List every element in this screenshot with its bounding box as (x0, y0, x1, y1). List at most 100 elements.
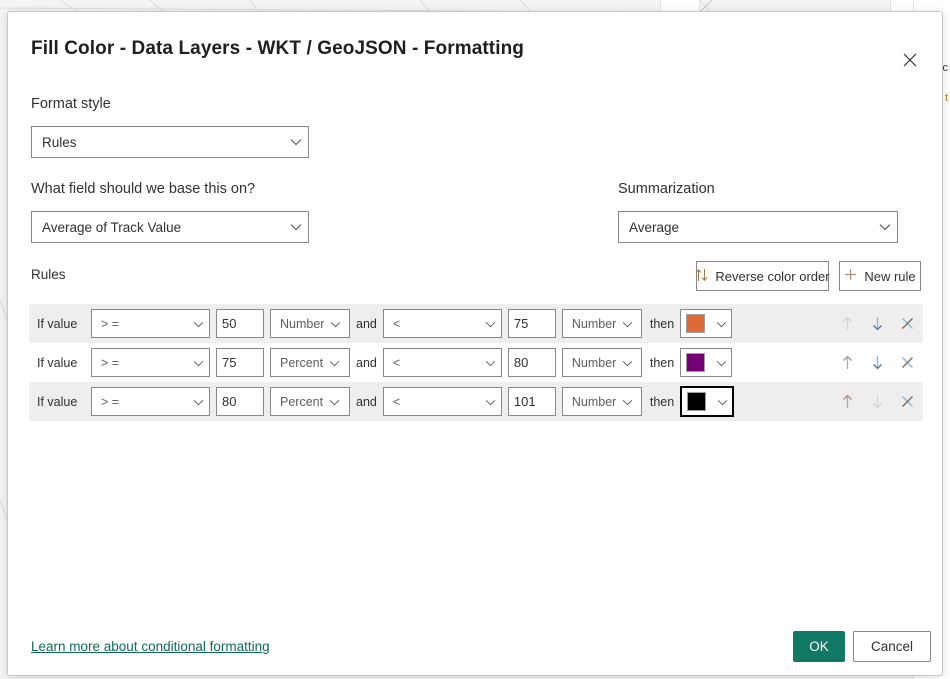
rule-start-operator-dropdown[interactable]: > = (91, 309, 210, 338)
rule-start-operator-value: > = (101, 395, 193, 409)
then-label: then (650, 395, 674, 409)
then-label: then (650, 317, 674, 331)
then-label: then (650, 356, 674, 370)
rule-start-unit-value: Number (280, 317, 324, 331)
close-icon[interactable] (892, 42, 928, 78)
rule-start-unit-value: Percent (280, 356, 323, 370)
rule-end-value-input[interactable] (508, 348, 556, 377)
chevron-down-icon (290, 223, 302, 231)
rule-end-operator-value: < (393, 395, 485, 409)
rules-heading: Rules (31, 267, 66, 282)
summarization-value: Average (629, 220, 879, 235)
chevron-down-icon (193, 315, 204, 333)
rule-end-unit-dropdown[interactable]: Number (562, 387, 642, 416)
chevron-down-icon (622, 354, 633, 372)
rule-start-unit-dropdown[interactable]: Percent (270, 387, 350, 416)
rule-start-value-input[interactable] (216, 387, 264, 416)
rule-row-actions (837, 343, 917, 382)
delete-rule-icon[interactable] (897, 392, 917, 412)
rule-color-picker[interactable] (680, 386, 734, 417)
format-style-label: Format style (31, 96, 111, 112)
chevron-down-icon (330, 315, 341, 333)
arrow-down-icon[interactable] (867, 314, 887, 334)
rule-end-operator-dropdown[interactable]: < (383, 348, 502, 377)
dialog-title: Fill Color - Data Layers - WKT / GeoJSON… (31, 38, 524, 60)
chevron-down-icon (193, 354, 204, 372)
rule-row: If value > = Percent and < Number then (29, 382, 923, 421)
chevron-down-icon (622, 393, 633, 411)
rule-start-value-input[interactable] (216, 309, 264, 338)
rule-row-actions (837, 382, 917, 421)
close-glyph (903, 53, 917, 67)
chevron-down-icon (717, 393, 728, 411)
arrow-down-icon[interactable] (867, 353, 887, 373)
chevron-down-icon (716, 315, 727, 333)
new-rule-button[interactable]: New rule (839, 261, 921, 291)
if-value-label: If value (37, 395, 85, 409)
delete-rule-icon[interactable] (897, 353, 917, 373)
color-swatch (687, 392, 706, 411)
formatting-dialog: Fill Color - Data Layers - WKT / GeoJSON… (7, 11, 943, 676)
rule-end-unit-value: Number (572, 356, 616, 370)
chevron-down-icon (622, 315, 633, 333)
base-field-dropdown[interactable]: Average of Track Value (31, 211, 309, 243)
base-field-value: Average of Track Value (42, 220, 290, 235)
color-swatch (686, 314, 705, 333)
format-style-value: Rules (42, 135, 290, 150)
rule-end-operator-dropdown[interactable]: < (383, 387, 502, 416)
sort-updown-icon (695, 268, 708, 285)
arrow-up-icon[interactable] (837, 392, 857, 412)
reverse-color-order-button[interactable]: Reverse color order (696, 261, 829, 291)
plus-icon (844, 268, 857, 284)
rule-end-value-input[interactable] (508, 387, 556, 416)
chevron-down-icon (193, 393, 204, 411)
and-label: and (356, 356, 377, 370)
rule-end-operator-dropdown[interactable]: < (383, 309, 502, 338)
rule-color-picker[interactable] (680, 348, 732, 377)
side-panel-text-2: t (945, 92, 948, 104)
rule-start-operator-dropdown[interactable]: > = (91, 348, 210, 377)
color-swatch (686, 353, 705, 372)
if-value-label: If value (37, 356, 85, 370)
reverse-color-order-label: Reverse color order (715, 269, 829, 284)
if-value-label: If value (37, 317, 85, 331)
chevron-down-icon (716, 354, 727, 372)
rule-row-actions (837, 304, 917, 343)
rule-end-operator-value: < (393, 356, 485, 370)
rule-start-value-input[interactable] (216, 348, 264, 377)
summarization-label: Summarization (618, 181, 715, 197)
arrow-up-icon[interactable] (837, 353, 857, 373)
rule-start-unit-dropdown[interactable]: Number (270, 309, 350, 338)
rule-end-unit-dropdown[interactable]: Number (562, 348, 642, 377)
rule-start-unit-dropdown[interactable]: Percent (270, 348, 350, 377)
rule-end-operator-value: < (393, 317, 485, 331)
format-style-dropdown[interactable]: Rules (31, 126, 309, 158)
chevron-down-icon (485, 315, 496, 333)
rule-color-picker[interactable] (680, 309, 732, 338)
chevron-down-icon (290, 138, 302, 146)
chevron-down-icon (485, 354, 496, 372)
chevron-down-icon (485, 393, 496, 411)
and-label: and (356, 395, 377, 409)
and-label: and (356, 317, 377, 331)
rule-start-operator-value: > = (101, 317, 193, 331)
summarization-dropdown[interactable]: Average (618, 211, 898, 243)
ok-button[interactable]: OK (793, 631, 845, 662)
side-panel-text-1: c (943, 62, 949, 74)
rule-end-unit-dropdown[interactable]: Number (562, 309, 642, 338)
chevron-down-icon (329, 393, 340, 411)
delete-rule-icon[interactable] (897, 314, 917, 334)
rule-start-operator-dropdown[interactable]: > = (91, 387, 210, 416)
rule-start-operator-value: > = (101, 356, 193, 370)
learn-more-link[interactable]: Learn more about conditional formatting (31, 639, 270, 654)
rule-row: If value > = Number and < Number then (29, 304, 923, 343)
chevron-down-icon (879, 223, 891, 231)
rule-end-value-input[interactable] (508, 309, 556, 338)
base-field-label: What field should we base this on? (31, 181, 255, 197)
new-rule-label: New rule (864, 269, 915, 284)
rules-list: If value > = Number and < Number then (29, 304, 923, 421)
rule-end-unit-value: Number (572, 395, 616, 409)
rule-row: If value > = Percent and < Number then (29, 343, 923, 382)
cancel-button[interactable]: Cancel (853, 631, 931, 662)
chevron-down-icon (329, 354, 340, 372)
